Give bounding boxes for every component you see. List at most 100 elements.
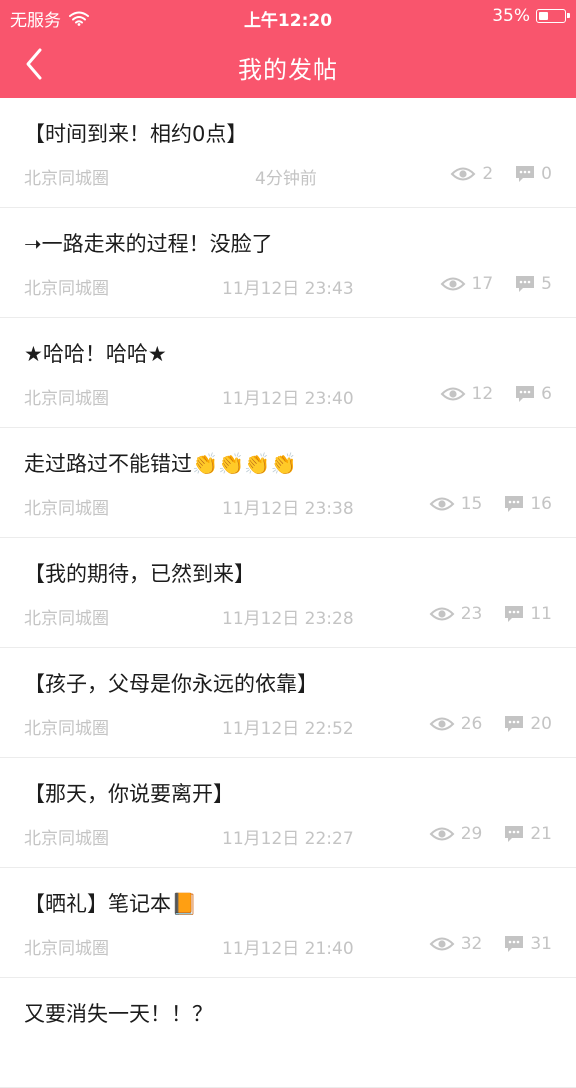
post-time: 11月12日 22:52 — [222, 719, 354, 739]
comment-count: 31 — [504, 934, 552, 954]
post-meta: 北京同城圈 11月12日 22:27 29 21 — [24, 824, 552, 849]
comment-count: 21 — [504, 824, 552, 844]
comment-icon — [516, 276, 535, 292]
eye-icon — [429, 497, 455, 511]
page-title: 我的发帖 — [238, 56, 338, 84]
view-count: 32 — [429, 934, 483, 954]
comment-count-value: 21 — [530, 824, 552, 844]
post-time: 11月12日 23:40 — [222, 389, 354, 409]
post-time: 4分钟前 — [255, 169, 317, 189]
view-count: 17 — [440, 274, 494, 294]
view-count-value: 32 — [460, 934, 483, 954]
view-count-value: 29 — [460, 824, 483, 844]
post-time: 11月12日 23:43 — [222, 279, 354, 299]
view-count: 12 — [440, 384, 494, 404]
eye-icon — [440, 277, 465, 291]
comment-count-value: 11 — [530, 604, 552, 624]
eye-icon — [440, 387, 465, 401]
comment-count-value: 16 — [530, 494, 552, 514]
post-source: 北京同城圈 — [24, 829, 109, 849]
post-source: 北京同城圈 — [24, 609, 109, 629]
battery-icon — [536, 9, 570, 23]
view-count: 23 — [429, 604, 483, 624]
post-item[interactable]: 又要消失一天！！？ — [0, 978, 576, 1088]
post-item[interactable]: ➝一路走来的过程！没脸了北京同城圈 11月12日 23:43 17 5 — [0, 208, 576, 318]
view-count-value: 23 — [460, 604, 483, 624]
post-item[interactable]: 【我的期待，已然到来】北京同城圈 11月12日 23:28 23 11 — [0, 538, 576, 648]
post-meta: 北京同城圈 11月12日 21:40 32 31 — [24, 934, 552, 959]
post-item[interactable]: 【时间到来！相约0点】 北京同城圈 4分钟前 2 0 — [0, 98, 576, 208]
battery-fill — [539, 12, 548, 20]
post-title: 【时间到来！相约0点】 — [24, 122, 248, 146]
comment-count: 6 — [515, 384, 552, 404]
post-meta: 北京同城圈 11月12日 22:52 26 20 — [24, 714, 552, 739]
eye-icon — [429, 937, 455, 951]
post-stats: 20 — [428, 164, 552, 184]
post-title: 【我的期待，已然到来】 — [24, 562, 255, 586]
eye-icon — [429, 717, 455, 731]
post-title: 走过路过不能错过👏👏👏👏 — [24, 452, 297, 476]
comment-count-value: 31 — [530, 934, 552, 954]
comment-count-value: 20 — [530, 714, 552, 734]
view-count-value: 2 — [482, 164, 494, 184]
post-title: 【孩子，父母是你永远的依靠】 — [24, 672, 318, 696]
comment-icon — [505, 716, 524, 732]
battery-percent: 35% — [492, 6, 530, 26]
post-stats: 23 11 — [407, 604, 552, 624]
status-bar: 无服务 上午12:20 35% — [0, 0, 576, 32]
comment-icon — [505, 606, 524, 622]
post-time: 11月12日 21:40 — [222, 939, 354, 959]
comment-count: 11 — [504, 604, 552, 624]
post-stats: 17 5 — [418, 274, 552, 294]
view-count: 15 — [429, 494, 483, 514]
post-meta: 北京同城圈 11月12日 23:43 17 5 — [24, 274, 552, 299]
post-title: 【那天，你说要离开】 — [24, 782, 234, 806]
post-stats: 12 6 — [418, 384, 552, 404]
post-item[interactable]: 【晒礼】笔记本📙 北京同城圈 11月12日 21:40 32 31 — [0, 868, 576, 978]
post-source: 北京同城圈 — [24, 169, 109, 189]
comment-count: 5 — [515, 274, 552, 294]
view-count-value: 12 — [471, 384, 494, 404]
comment-count: 0 — [515, 164, 552, 184]
comment-count: 16 — [504, 494, 552, 514]
post-time: 11月12日 22:27 — [222, 829, 354, 849]
post-meta: 北京同城圈 11月12日 23:40 12 6 — [24, 384, 552, 409]
comment-icon — [505, 936, 524, 952]
post-time: 11月12日 23:28 — [222, 609, 354, 629]
post-meta: 北京同城圈 11月12日 23:28 23 11 — [24, 604, 552, 629]
comment-icon — [505, 496, 524, 512]
comment-count-value: 6 — [541, 384, 552, 404]
post-title: ➝一路走来的过程！没脸了 — [24, 232, 273, 256]
post-item[interactable]: 【孩子，父母是你永远的依靠】北京同城圈 11月12日 22:52 26 20 — [0, 648, 576, 758]
post-stats: 15 16 — [407, 494, 552, 514]
post-item[interactable]: 走过路过不能错过👏👏👏👏 北京同城圈 11月12日 23:38 15 16 — [0, 428, 576, 538]
view-count: 26 — [429, 714, 482, 734]
comment-count-value: 0 — [541, 164, 552, 184]
comment-icon — [516, 386, 535, 402]
view-count-value: 17 — [471, 274, 494, 294]
view-count-value: 15 — [460, 494, 483, 514]
post-stats: 26 20 — [407, 714, 552, 734]
post-title: ★哈哈！哈哈★ — [24, 342, 167, 366]
status-time: 上午12:20 — [243, 11, 333, 31]
comment-count-value: 5 — [541, 274, 552, 294]
view-count: 2 — [450, 164, 493, 184]
post-source: 北京同城圈 — [24, 719, 109, 739]
post-stats: 32 31 — [407, 934, 552, 954]
view-count: 29 — [429, 824, 483, 844]
eye-icon — [429, 827, 455, 841]
post-meta: 北京同城圈 11月12日 23:38 15 16 — [24, 494, 552, 519]
post-list: 【时间到来！相约0点】 北京同城圈 4分钟前 2 0 ➝一路走来的过程！没脸了 北京同城圈 1… — [0, 98, 576, 1088]
comment-icon — [516, 166, 535, 182]
comment-icon — [505, 826, 524, 842]
post-source: 北京同城圈 — [24, 279, 109, 299]
post-meta: 北京同城圈 4分钟前 2 0 — [24, 164, 552, 189]
post-time: 11月12日 23:38 — [222, 499, 354, 519]
post-title: 【晒礼】笔记本📙 — [24, 892, 198, 916]
post-item[interactable]: 【那天，你说要离开】北京同城圈 11月12日 22:27 29 21 — [0, 758, 576, 868]
post-item[interactable]: ★哈哈！哈哈★ 北京同城圈 11月12日 23:40 12 6 — [0, 318, 576, 428]
post-source: 北京同城圈 — [24, 389, 109, 409]
eye-icon — [450, 167, 476, 181]
status-right: 35% — [492, 6, 570, 26]
post-source: 北京同城圈 — [24, 499, 109, 519]
